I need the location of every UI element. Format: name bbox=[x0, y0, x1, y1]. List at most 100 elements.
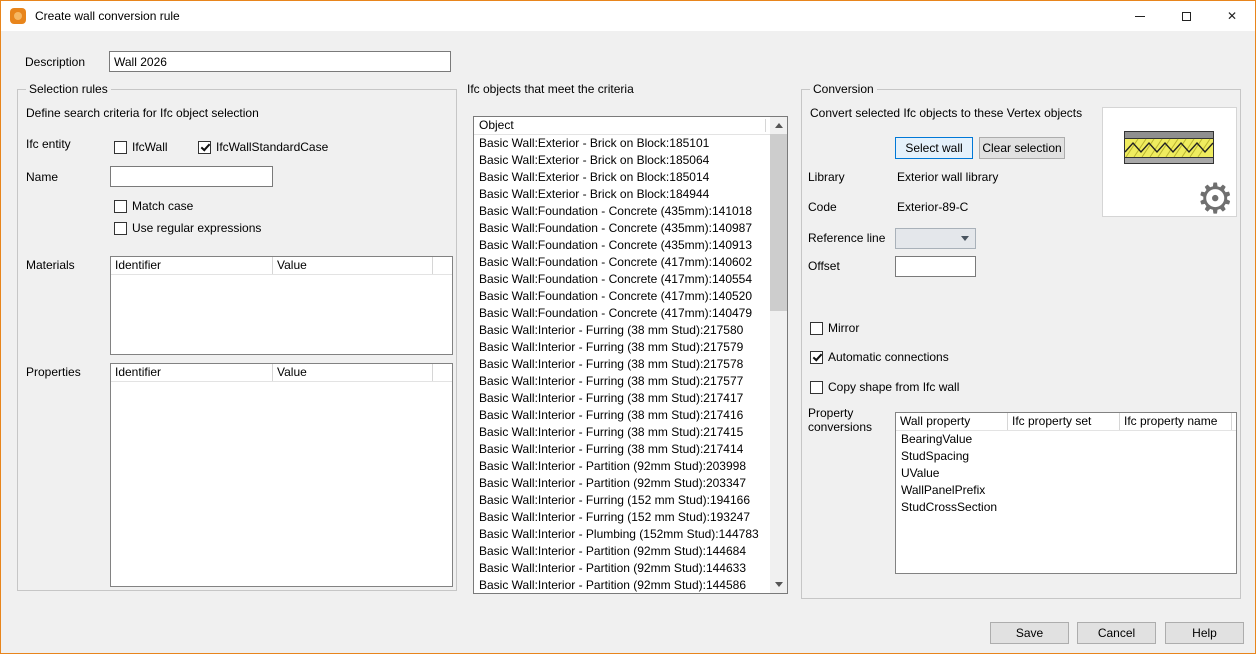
save-button[interactable]: Save bbox=[990, 622, 1069, 644]
ifcwall-checkbox-label: IfcWall bbox=[132, 140, 168, 154]
ifc-object-row[interactable]: Basic Wall:Foundation - Concrete (435mm)… bbox=[474, 237, 770, 254]
ifcwallstandardcase-checkbox-label: IfcWallStandardCase bbox=[216, 140, 328, 154]
ifc-object-row[interactable]: Basic Wall:Interior - Furring (38 mm Stu… bbox=[474, 390, 770, 407]
ifc-object-row[interactable]: Basic Wall:Interior - Furring (38 mm Stu… bbox=[474, 407, 770, 424]
checkbox-box bbox=[114, 141, 127, 154]
ifc-object-row[interactable]: Basic Wall:Interior - Furring (152 mm St… bbox=[474, 492, 770, 509]
selection-rules-title: Selection rules bbox=[26, 82, 111, 96]
copy-shape-checkbox-label: Copy shape from Ifc wall bbox=[828, 380, 959, 394]
close-button[interactable] bbox=[1209, 1, 1255, 31]
help-button[interactable]: Help bbox=[1165, 622, 1244, 644]
ifc-objects-rows: Basic Wall:Exterior - Brick on Block:185… bbox=[474, 135, 770, 593]
checkbox-box bbox=[810, 351, 823, 364]
app-icon bbox=[10, 8, 26, 24]
property-conversion-row[interactable]: StudCrossSection bbox=[896, 499, 1236, 516]
wall-section-image bbox=[1124, 129, 1214, 169]
window-controls bbox=[1117, 1, 1255, 31]
window-title: Create wall conversion rule bbox=[35, 9, 180, 23]
ifc-object-row[interactable]: Basic Wall:Foundation - Concrete (435mm)… bbox=[474, 220, 770, 237]
cancel-button[interactable]: Cancel bbox=[1077, 622, 1156, 644]
ifc-object-row[interactable]: Basic Wall:Exterior - Brick on Block:185… bbox=[474, 135, 770, 152]
materials-header-value[interactable]: Value bbox=[273, 257, 433, 274]
property-conversion-row[interactable]: BearingValue bbox=[896, 431, 1236, 448]
title-bar[interactable]: Create wall conversion rule bbox=[1, 1, 1255, 31]
ifc-object-row[interactable]: Basic Wall:Interior - Furring (152 mm St… bbox=[474, 509, 770, 526]
ifcwall-checkbox[interactable]: IfcWall bbox=[114, 140, 168, 154]
description-input[interactable] bbox=[109, 51, 451, 72]
materials-table: Identifier Value bbox=[110, 256, 453, 355]
ifc-object-row[interactable]: Basic Wall:Exterior - Brick on Block:185… bbox=[474, 152, 770, 169]
ifc-entity-label: Ifc entity bbox=[26, 137, 71, 151]
properties-header-identifier[interactable]: Identifier bbox=[111, 364, 273, 381]
ifc-object-row[interactable]: Basic Wall:Interior - Furring (38 mm Stu… bbox=[474, 339, 770, 356]
conversion-subtitle: Convert selected Ifc objects to these Ve… bbox=[810, 106, 1082, 120]
ifc-property-set-column-header[interactable]: Ifc property set bbox=[1008, 413, 1120, 430]
scroll-down-icon[interactable] bbox=[770, 576, 787, 593]
property-conversion-row[interactable]: WallPanelPrefix bbox=[896, 482, 1236, 499]
clear-selection-button[interactable]: Clear selection bbox=[979, 137, 1065, 159]
match-case-checkbox-label: Match case bbox=[132, 199, 193, 213]
minimize-icon bbox=[1135, 16, 1145, 17]
property-conversion-row[interactable]: StudSpacing bbox=[896, 448, 1236, 465]
materials-label: Materials bbox=[26, 258, 75, 272]
ifc-object-row[interactable]: Basic Wall:Foundation - Concrete (417mm)… bbox=[474, 254, 770, 271]
ifc-object-row[interactable]: Basic Wall:Foundation - Concrete (417mm)… bbox=[474, 288, 770, 305]
offset-input[interactable] bbox=[895, 256, 976, 277]
property-conversions-table: Wall property Ifc property set Ifc prope… bbox=[895, 412, 1237, 574]
properties-header-value[interactable]: Value bbox=[273, 364, 433, 381]
property-conversion-row[interactable]: UValue bbox=[896, 465, 1236, 482]
ifc-object-row[interactable]: Basic Wall:Interior - Furring (38 mm Stu… bbox=[474, 322, 770, 339]
copy-shape-checkbox[interactable]: Copy shape from Ifc wall bbox=[810, 380, 959, 394]
materials-header-identifier[interactable]: Identifier bbox=[111, 257, 273, 274]
ifc-property-name-column-header[interactable]: Ifc property name bbox=[1120, 413, 1232, 430]
ifc-object-row[interactable]: Basic Wall:Interior - Furring (38 mm Stu… bbox=[474, 441, 770, 458]
match-case-checkbox[interactable]: Match case bbox=[114, 199, 193, 213]
ifc-object-row[interactable]: Basic Wall:Interior - Furring (38 mm Stu… bbox=[474, 356, 770, 373]
ifc-object-row[interactable]: Basic Wall:Interior - Partition (92mm St… bbox=[474, 543, 770, 560]
ifc-object-row[interactable]: Basic Wall:Interior - Plumbing (152mm St… bbox=[474, 526, 770, 543]
ifc-object-row[interactable]: Basic Wall:Interior - Partition (92mm St… bbox=[474, 475, 770, 492]
wall-preview bbox=[1102, 107, 1237, 217]
property-conversions-rows: BearingValueStudSpacingUValueWallPanelPr… bbox=[896, 431, 1236, 516]
ifc-object-row[interactable]: Basic Wall:Interior - Partition (92mm St… bbox=[474, 458, 770, 475]
code-value: Exterior-89-C bbox=[897, 200, 968, 214]
ifcwallstandardcase-checkbox[interactable]: IfcWallStandardCase bbox=[198, 140, 328, 154]
properties-table-header: Identifier Value bbox=[111, 364, 452, 382]
name-input[interactable] bbox=[110, 166, 273, 187]
checkbox-box bbox=[198, 141, 211, 154]
scroll-up-icon[interactable] bbox=[770, 117, 787, 134]
ifc-object-row[interactable]: Basic Wall:Interior - Furring (38 mm Stu… bbox=[474, 424, 770, 441]
ifc-object-row[interactable]: Basic Wall:Foundation - Concrete (417mm)… bbox=[474, 305, 770, 322]
automatic-connections-checkbox-label: Automatic connections bbox=[828, 350, 949, 364]
ifc-object-row[interactable]: Basic Wall:Exterior - Brick on Block:185… bbox=[474, 169, 770, 186]
ifc-object-row[interactable]: Basic Wall:Foundation - Concrete (417mm)… bbox=[474, 271, 770, 288]
column-divider bbox=[765, 119, 766, 132]
mirror-checkbox[interactable]: Mirror bbox=[810, 321, 859, 335]
reference-line-label: Reference line bbox=[808, 231, 885, 245]
minimize-button[interactable] bbox=[1117, 1, 1163, 31]
wall-property-column-header[interactable]: Wall property bbox=[896, 413, 1008, 430]
dialog-create-wall-conversion-rule: Create wall conversion rule Description … bbox=[0, 0, 1256, 654]
ifc-objects-list: Object Basic Wall:Exterior - Brick on Bl… bbox=[473, 116, 788, 594]
mirror-checkbox-label: Mirror bbox=[828, 321, 859, 335]
ifc-object-row[interactable]: Basic Wall:Foundation - Concrete (435mm)… bbox=[474, 203, 770, 220]
ifc-object-row[interactable]: Basic Wall:Interior - Partition (92mm St… bbox=[474, 577, 770, 593]
gear-icon[interactable] bbox=[1196, 178, 1234, 220]
scrollbar-thumb[interactable] bbox=[770, 134, 787, 311]
ifc-object-row[interactable]: Basic Wall:Interior - Partition (92mm St… bbox=[474, 560, 770, 577]
properties-table: Identifier Value bbox=[110, 363, 453, 587]
conversion-group: Conversion Convert selected Ifc objects … bbox=[801, 89, 1241, 599]
maximize-button[interactable] bbox=[1163, 1, 1209, 31]
ifc-object-row[interactable]: Basic Wall:Interior - Furring (38 mm Stu… bbox=[474, 373, 770, 390]
conversion-title: Conversion bbox=[810, 82, 877, 96]
reference-line-dropdown[interactable] bbox=[895, 228, 976, 249]
ifc-object-row[interactable]: Basic Wall:Exterior - Brick on Block:184… bbox=[474, 186, 770, 203]
ifc-objects-column-header[interactable]: Object bbox=[474, 117, 770, 135]
property-conversions-header: Wall property Ifc property set Ifc prope… bbox=[896, 413, 1236, 431]
library-label: Library bbox=[808, 170, 845, 184]
use-regex-checkbox[interactable]: Use regular expressions bbox=[114, 221, 261, 235]
automatic-connections-checkbox[interactable]: Automatic connections bbox=[810, 350, 949, 364]
vertical-scrollbar[interactable] bbox=[770, 117, 787, 593]
checkbox-box bbox=[114, 222, 127, 235]
select-wall-button[interactable]: Select wall bbox=[895, 137, 973, 159]
